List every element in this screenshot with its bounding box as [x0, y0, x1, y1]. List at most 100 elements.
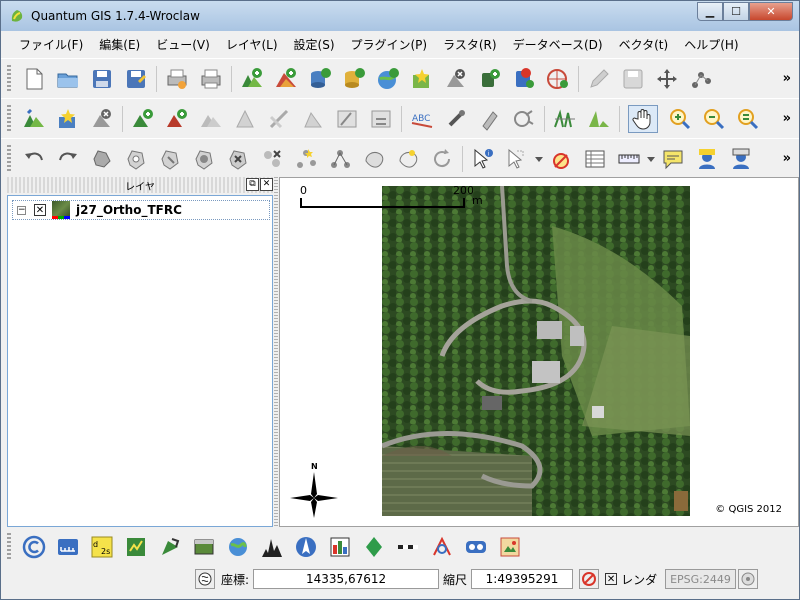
raster-terrain-icon[interactable] — [192, 535, 216, 559]
menu-file[interactable]: ファイル(F) — [11, 36, 91, 53]
stop-rendering-icon[interactable] — [579, 569, 600, 589]
scale-bar-icon[interactable] — [56, 535, 80, 559]
expander-icon[interactable]: − — [17, 205, 26, 215]
add-spatialite-layer-icon[interactable] — [342, 67, 366, 91]
toggle-extents-icon[interactable] — [195, 569, 215, 589]
add-raster-layer-icon[interactable] — [240, 67, 264, 91]
select-dropdown-icon[interactable] — [534, 147, 544, 171]
layer-row[interactable]: − ✕ j27_Ortho_TFRC — [12, 200, 270, 220]
hide-all-layers-icon[interactable] — [199, 107, 223, 131]
reshape-icon[interactable] — [233, 107, 257, 131]
menu-vector[interactable]: ベクタ(t) — [611, 36, 677, 53]
rotate-label-icon[interactable] — [478, 107, 502, 131]
add-vector-layer-icon[interactable] — [274, 67, 298, 91]
zoom-full-icon[interactable] — [736, 107, 760, 131]
toolbar-overflow-button[interactable]: » — [783, 151, 791, 166]
add-part-icon[interactable] — [369, 107, 393, 131]
menu-edit[interactable]: 編集(E) — [91, 36, 148, 53]
measure-dropdown-icon[interactable] — [646, 147, 656, 171]
toolbar-grip[interactable] — [7, 533, 11, 561]
toolbar-grip[interactable] — [7, 64, 11, 93]
layer-name[interactable]: j27_Ortho_TFRC — [76, 203, 182, 217]
raster-calculator-icon[interactable] — [328, 535, 352, 559]
add-layer-green-icon[interactable] — [22, 107, 46, 131]
menu-plugins[interactable]: プラグイン(P) — [343, 36, 436, 53]
rotate-feature-icon[interactable] — [430, 147, 454, 171]
new-project-icon[interactable] — [22, 67, 46, 91]
add-oracle-layer-icon[interactable] — [478, 67, 502, 91]
add-vertex-icon[interactable] — [328, 147, 352, 171]
maximize-button[interactable]: ☐ — [723, 2, 749, 21]
add-postgis-layer-icon[interactable] — [308, 67, 332, 91]
close-button[interactable]: ✕ — [749, 2, 793, 21]
coordinate-field[interactable]: 14335,67612 — [253, 569, 440, 589]
save-project-icon[interactable] — [90, 67, 114, 91]
layer-tree[interactable]: − ✕ j27_Ortho_TFRC — [7, 195, 273, 527]
panel-close-button[interactable]: ✕ — [260, 178, 273, 191]
minimize-button[interactable]: ▁ — [697, 2, 723, 21]
add-ring-icon[interactable] — [335, 107, 359, 131]
gps-tools-icon[interactable] — [158, 535, 182, 559]
scale-field[interactable]: 1:49395291 — [471, 569, 574, 589]
show-all-layers-icon[interactable] — [131, 107, 155, 131]
coordinate-capture-icon[interactable]: d 2s — [90, 535, 114, 559]
undo-icon[interactable] — [22, 147, 46, 171]
map-tips-icon[interactable] — [661, 147, 685, 171]
add-wfs-layer-icon[interactable] — [512, 67, 536, 91]
north-arrow-plugin-icon[interactable] — [294, 535, 318, 559]
move-nodes-icon[interactable] — [294, 147, 318, 171]
diagram-overlay-icon[interactable] — [362, 535, 386, 559]
local-histogram-icon[interactable] — [587, 107, 611, 131]
histogram-stretch-icon[interactable] — [553, 107, 577, 131]
remove-layer-gray-icon[interactable] — [90, 107, 114, 131]
add-wms-layer-icon[interactable] — [376, 67, 400, 91]
merge-feature-icon[interactable] — [301, 107, 325, 131]
road-graph-icon[interactable] — [464, 535, 488, 559]
layer-visibility-checkbox[interactable]: ✕ — [34, 204, 46, 216]
print-icon[interactable] — [199, 67, 223, 91]
delete-part-icon[interactable] — [226, 147, 250, 171]
toolbar-overflow-button[interactable]: » — [783, 71, 791, 86]
render-checkbox[interactable]: ✕ — [605, 573, 618, 585]
menu-help[interactable]: ヘルプ(H) — [676, 36, 746, 53]
show-layer-red-icon[interactable] — [165, 107, 189, 131]
new-bookmark-icon[interactable] — [695, 147, 719, 171]
show-bookmarks-icon[interactable] — [729, 147, 753, 171]
add-island-icon[interactable] — [158, 147, 182, 171]
menu-raster[interactable]: ラスタ(R) — [435, 36, 504, 53]
print-composer-icon[interactable] — [165, 67, 189, 91]
toolbar-grip[interactable] — [7, 104, 11, 133]
select-features-icon[interactable] — [505, 147, 529, 171]
menu-settings[interactable]: 設定(S) — [286, 36, 343, 53]
georeferencer-icon[interactable] — [124, 535, 148, 559]
save-edits-icon[interactable] — [621, 67, 645, 91]
spit-icon[interactable] — [430, 535, 454, 559]
identify-features-icon[interactable]: i — [471, 147, 495, 171]
projection-button[interactable]: EPSG:2449 — [665, 569, 736, 589]
zoom-out-icon[interactable] — [702, 107, 726, 131]
new-shapefile-layer-icon[interactable] — [410, 67, 434, 91]
fill-ring-icon[interactable] — [396, 147, 420, 171]
image-export-icon[interactable] — [498, 535, 522, 559]
split-feature-icon[interactable] — [267, 107, 291, 131]
interpolation-globe-icon[interactable] — [226, 535, 250, 559]
add-wcs-layer-icon[interactable] — [546, 67, 570, 91]
node-tool-icon[interactable] — [689, 67, 713, 91]
redo-icon[interactable] — [56, 147, 80, 171]
simplify-feature-icon[interactable] — [90, 147, 114, 171]
move-label-icon[interactable] — [444, 107, 468, 131]
copyright-label-icon[interactable] — [22, 535, 46, 559]
toolbar-grip[interactable] — [7, 144, 11, 173]
offset-curve-icon[interactable] — [362, 147, 386, 171]
delete-ring-icon[interactable] — [192, 147, 216, 171]
remove-layer-icon[interactable] — [444, 67, 468, 91]
open-project-icon[interactable] — [56, 67, 80, 91]
delete-selected-icon[interactable] — [260, 147, 284, 171]
panel-splitter[interactable] — [274, 177, 278, 527]
panel-float-button[interactable]: ⧉ — [246, 178, 259, 191]
move-feature-icon[interactable] — [655, 67, 679, 91]
toggle-editing-icon[interactable] — [587, 67, 611, 91]
map-canvas[interactable]: 0 200 m N © QGIS 2012 — [279, 177, 799, 527]
histogram-icon[interactable] — [260, 535, 284, 559]
zoom-in-icon[interactable] — [668, 107, 692, 131]
